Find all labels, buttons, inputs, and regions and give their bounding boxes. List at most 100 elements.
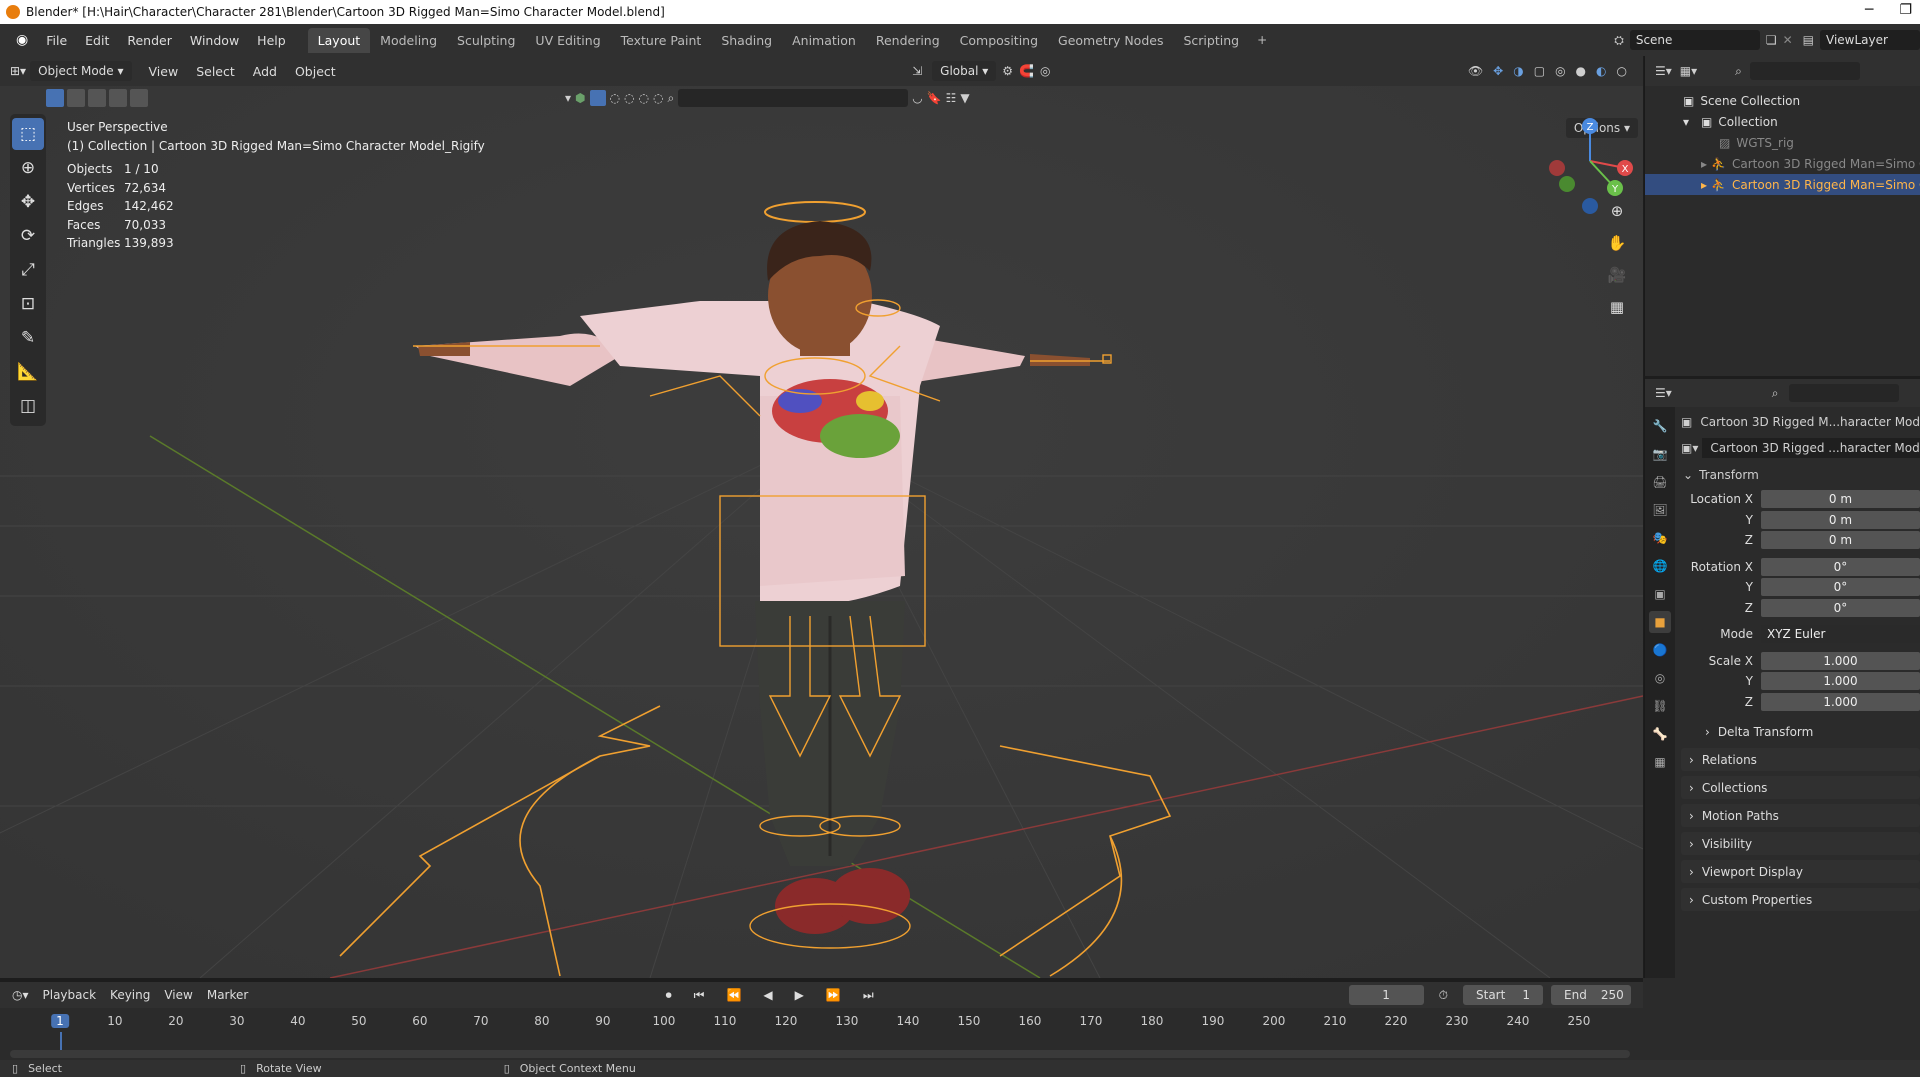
select-subtract-icon[interactable]: [88, 89, 106, 107]
camera-view-icon[interactable]: 🎥: [1604, 262, 1630, 288]
current-frame-field[interactable]: 1: [1348, 985, 1424, 1005]
timeline-menu-marker[interactable]: Marker: [200, 988, 255, 1002]
scale-y-field[interactable]: 1.000: [1761, 672, 1920, 691]
measure-tool[interactable]: 📐: [12, 356, 44, 388]
properties-search-icon[interactable]: ⌕: [1772, 386, 1779, 401]
viewlayer-icon[interactable]: ▤: [1803, 33, 1814, 47]
hierarchy-icon[interactable]: ☷: [946, 91, 957, 105]
rotation-x-field[interactable]: 0°: [1761, 557, 1920, 576]
panel-viewport-display[interactable]: › Viewport Display: [1681, 860, 1920, 883]
panel-relations[interactable]: › Relations: [1681, 748, 1920, 771]
collection-tab-icon[interactable]: ▣: [1649, 583, 1671, 605]
viewlayer-field[interactable]: ViewLayer: [1820, 30, 1920, 50]
jump-start-icon[interactable]: ⏮: [687, 988, 712, 1003]
outliner-item[interactable]: ▣ Scene Collection: [1645, 90, 1920, 111]
viewport-menu-select[interactable]: Select: [187, 64, 244, 79]
render-tab-icon[interactable]: 📷: [1649, 443, 1671, 465]
zoom-icon[interactable]: ⊕: [1604, 198, 1630, 224]
workspace-tab-animation[interactable]: Animation: [782, 28, 866, 53]
rotation-z-field[interactable]: 0°: [1761, 598, 1920, 617]
timeline-menu-view[interactable]: View: [157, 988, 199, 1002]
start-frame-field[interactable]: Start 1: [1463, 985, 1543, 1005]
wireframe-shading-icon[interactable]: ◎: [1555, 64, 1565, 78]
visibility-icon[interactable]: 👁: [1468, 64, 1483, 78]
panel-motion-paths[interactable]: › Motion Paths: [1681, 804, 1920, 827]
pan-hand-icon[interactable]: ✋: [1604, 230, 1630, 256]
viewport-menu-view[interactable]: View: [140, 64, 188, 79]
physics-tab-icon[interactable]: ◎: [1649, 667, 1671, 689]
new-scene-icon[interactable]: ❏: [1766, 33, 1777, 47]
timeline-scrollbar[interactable]: [10, 1050, 1630, 1058]
blender-menu-icon[interactable]: ◉: [8, 32, 36, 48]
scene-icon[interactable]: ⛭: [1614, 33, 1624, 48]
play-reverse-icon[interactable]: ◀: [756, 988, 779, 1002]
rig-root-control[interactable]: [339, 705, 1172, 977]
editor-type-icon[interactable]: ⊞▾: [10, 64, 26, 78]
properties-editor-icon[interactable]: ☰▾: [1655, 386, 1672, 400]
rotation-y-field[interactable]: 0°: [1761, 578, 1920, 597]
view-layer-tab-icon[interactable]: 🖼: [1649, 499, 1671, 521]
scene-field[interactable]: Scene: [1629, 30, 1760, 50]
outliner-editor-icon[interactable]: ☰▾: [1655, 64, 1672, 78]
add-workspace-icon[interactable]: +: [1249, 33, 1275, 47]
maximize-icon[interactable]: ❐: [1899, 2, 1912, 18]
filter-icon[interactable]: ▼: [960, 91, 969, 105]
workspace-tab-texture-paint[interactable]: Texture Paint: [611, 28, 712, 53]
world-tab-icon[interactable]: 🌐: [1649, 555, 1671, 577]
menu-render[interactable]: Render: [119, 33, 180, 48]
workspace-tab-sculpting[interactable]: Sculpting: [447, 28, 525, 53]
data-icon[interactable]: ▣▾: [1681, 441, 1698, 455]
annotate-tool[interactable]: ✎: [12, 322, 44, 354]
scale-tool[interactable]: ⤢: [12, 254, 44, 286]
timeline-menu-playback[interactable]: Playback: [36, 988, 104, 1002]
pivot-icon[interactable]: ⚙: [1002, 64, 1013, 78]
timeline-editor-icon[interactable]: ◷▾: [0, 988, 36, 1002]
outliner-item[interactable]: ▸⛹ Cartoon 3D Rigged Man=Simo Char: [1645, 174, 1920, 195]
chevron-down-icon[interactable]: ▾: [565, 91, 571, 105]
filter-other-icon[interactable]: ◌: [653, 91, 663, 105]
record-icon[interactable]: ⏺: [659, 988, 679, 1003]
transform-tool[interactable]: ⊡: [12, 288, 44, 320]
outliner-item[interactable]: ▾ ▣ Collection: [1645, 111, 1920, 132]
panel-custom-properties[interactable]: › Custom Properties: [1681, 888, 1920, 911]
outliner-search-input[interactable]: [1749, 62, 1860, 80]
constraint-tab-icon[interactable]: ⛓: [1649, 695, 1671, 717]
outliner-item[interactable]: ▸⛹ Cartoon 3D Rigged Man=Simo Char: [1645, 153, 1920, 174]
sort-icon[interactable]: ◡: [912, 91, 922, 105]
orientation-dropdown[interactable]: Global ▾: [932, 61, 997, 81]
gizmo-toggle-icon[interactable]: ✥: [1493, 64, 1503, 78]
select-invert-icon[interactable]: [109, 89, 127, 107]
viewport-menu-add[interactable]: Add: [244, 64, 286, 79]
ortho-grid-icon[interactable]: ▦: [1604, 294, 1630, 320]
panel-visibility[interactable]: › Visibility: [1681, 832, 1920, 855]
panel-delta-transform[interactable]: › Delta Transform: [1681, 720, 1920, 743]
delete-scene-icon[interactable]: ✕: [1783, 33, 1793, 47]
panel-collections[interactable]: › Collections: [1681, 776, 1920, 799]
workspace-tab-rendering[interactable]: Rendering: [866, 28, 950, 53]
filter-empty-icon[interactable]: ◌: [638, 91, 648, 105]
display-mode-icon[interactable]: ▦▾: [1680, 64, 1697, 78]
character-model[interactable]: [0, 56, 1643, 978]
rotate-tool[interactable]: ⟳: [12, 220, 44, 252]
outliner-search-icon[interactable]: ⌕: [1735, 64, 1742, 79]
proportional-edit-icon[interactable]: ◎: [1040, 64, 1050, 78]
play-icon[interactable]: ▶: [788, 988, 811, 1002]
3d-viewport[interactable]: ⊞▾ Object Mode ▾ View Select Add Object ⇲ G…: [0, 56, 1643, 978]
prev-keyframe-icon[interactable]: ⏪: [719, 988, 748, 1002]
filter-light-icon[interactable]: ◌: [610, 91, 620, 105]
workspace-tab-scripting[interactable]: Scripting: [1173, 28, 1249, 53]
scale-x-field[interactable]: 1.000: [1761, 651, 1920, 670]
filter-camera-icon[interactable]: ◌: [624, 91, 634, 105]
add-cube-tool[interactable]: ◫: [12, 390, 44, 422]
move-tool[interactable]: ✥: [12, 186, 44, 218]
select-intersect-icon[interactable]: [130, 89, 148, 107]
material-shading-icon[interactable]: ◐: [1596, 64, 1606, 78]
armature-data-tab-icon[interactable]: 🦴: [1649, 723, 1671, 745]
orientation-icon[interactable]: ⇲: [912, 64, 922, 78]
xray-icon[interactable]: ▢: [1534, 64, 1545, 78]
workspace-tab-layout[interactable]: Layout: [307, 27, 371, 53]
workspace-tab-uv-editing[interactable]: UV Editing: [525, 28, 610, 53]
object-name-field[interactable]: Cartoon 3D Rigged M...haracter Model_R: [1700, 415, 1920, 429]
workspace-tab-shading[interactable]: Shading: [711, 28, 782, 53]
search-icon[interactable]: ⌕: [667, 91, 674, 106]
